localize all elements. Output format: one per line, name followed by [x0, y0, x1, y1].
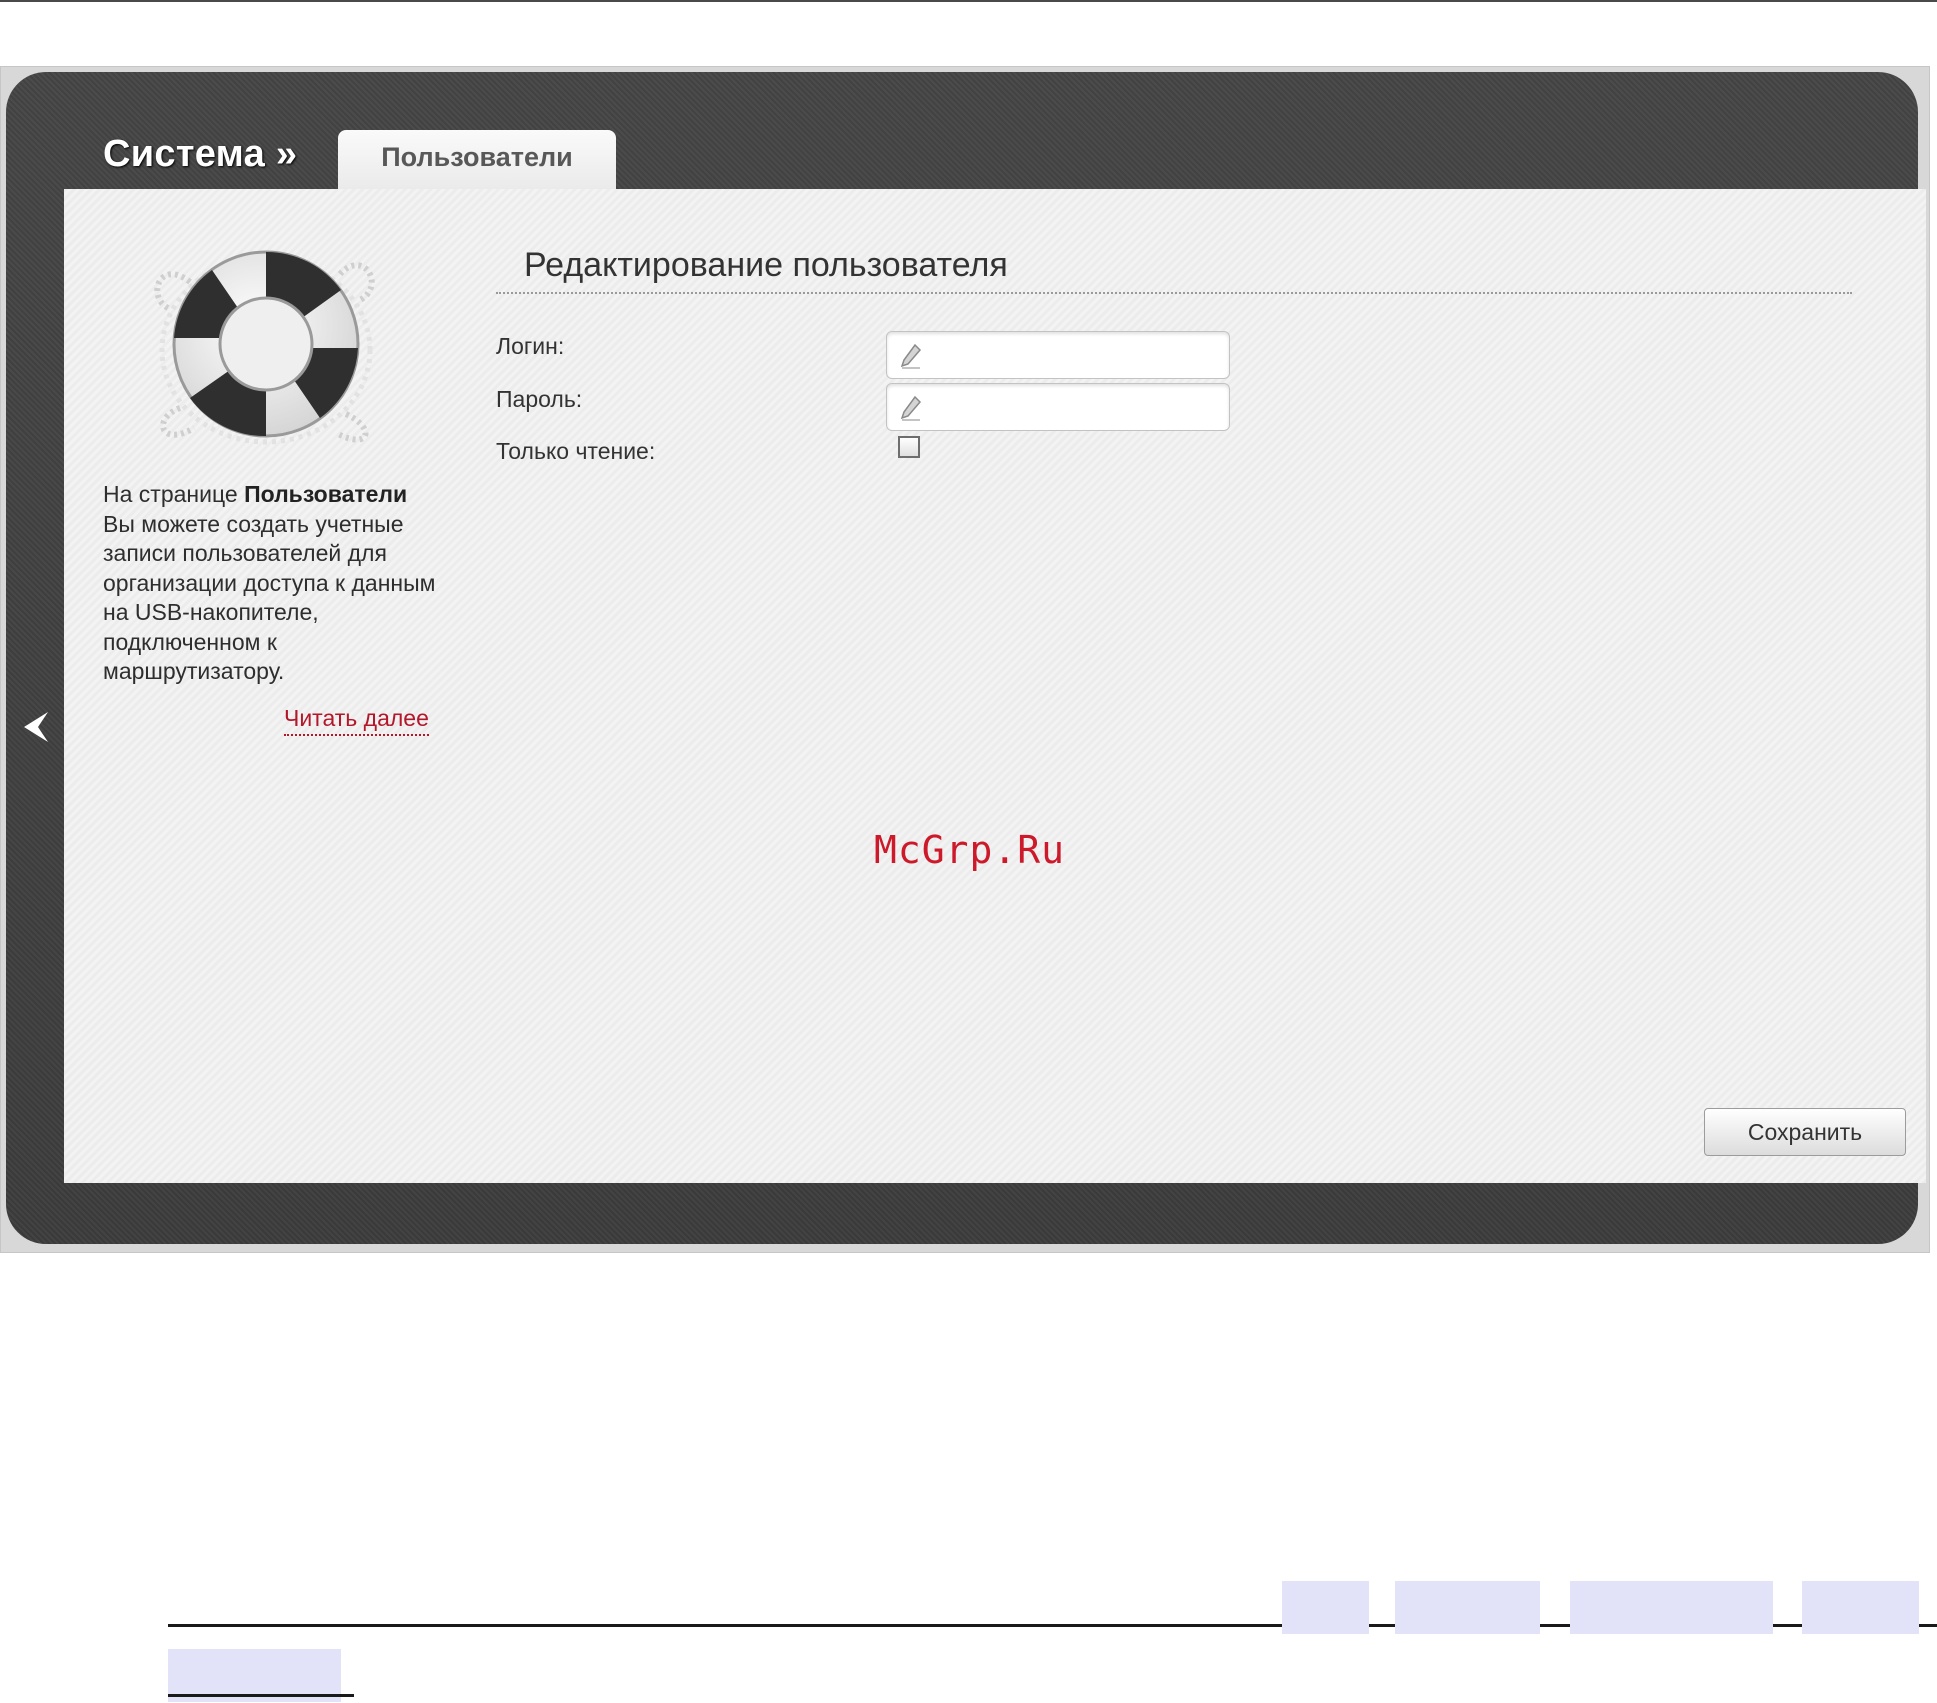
footer-rule-short	[168, 1694, 354, 1697]
password-input[interactable]	[931, 390, 1225, 426]
pencil-icon	[900, 395, 922, 421]
top-rule	[0, 0, 1937, 2]
tab-users[interactable]: Пользователи	[338, 130, 616, 194]
watermark: McGrp.Ru	[874, 828, 1066, 872]
help-text: На странице Пользователи Вы можете созда…	[103, 480, 443, 687]
pencil-icon	[900, 343, 922, 369]
link-highlight[interactable]	[1570, 1581, 1773, 1634]
save-button[interactable]: Сохранить	[1704, 1108, 1906, 1156]
password-field[interactable]	[886, 383, 1230, 431]
password-label: Пароль:	[496, 386, 583, 412]
link-highlight[interactable]	[1395, 1581, 1540, 1634]
link-highlight[interactable]	[1282, 1581, 1369, 1634]
lifebuoy-icon	[154, 250, 375, 445]
readonly-checkbox[interactable]	[898, 436, 920, 458]
read-more-link[interactable]: Читать далее	[284, 705, 429, 736]
link-highlight[interactable]	[1802, 1581, 1919, 1634]
form-title: Редактирование пользователя	[524, 246, 1008, 284]
help-body: Вы можете создать учетные записи пользов…	[103, 510, 436, 685]
section-title[interactable]: Система »	[103, 133, 297, 176]
readonly-label: Только чтение:	[496, 438, 656, 464]
form-title-divider	[496, 292, 1852, 294]
chevron-left-icon[interactable]	[18, 708, 54, 746]
login-field[interactable]	[886, 331, 1230, 379]
help-lead: На странице	[103, 481, 245, 507]
login-label: Логин:	[496, 333, 565, 359]
login-input[interactable]	[931, 338, 1225, 374]
help-page-name: Пользователи	[244, 481, 408, 507]
